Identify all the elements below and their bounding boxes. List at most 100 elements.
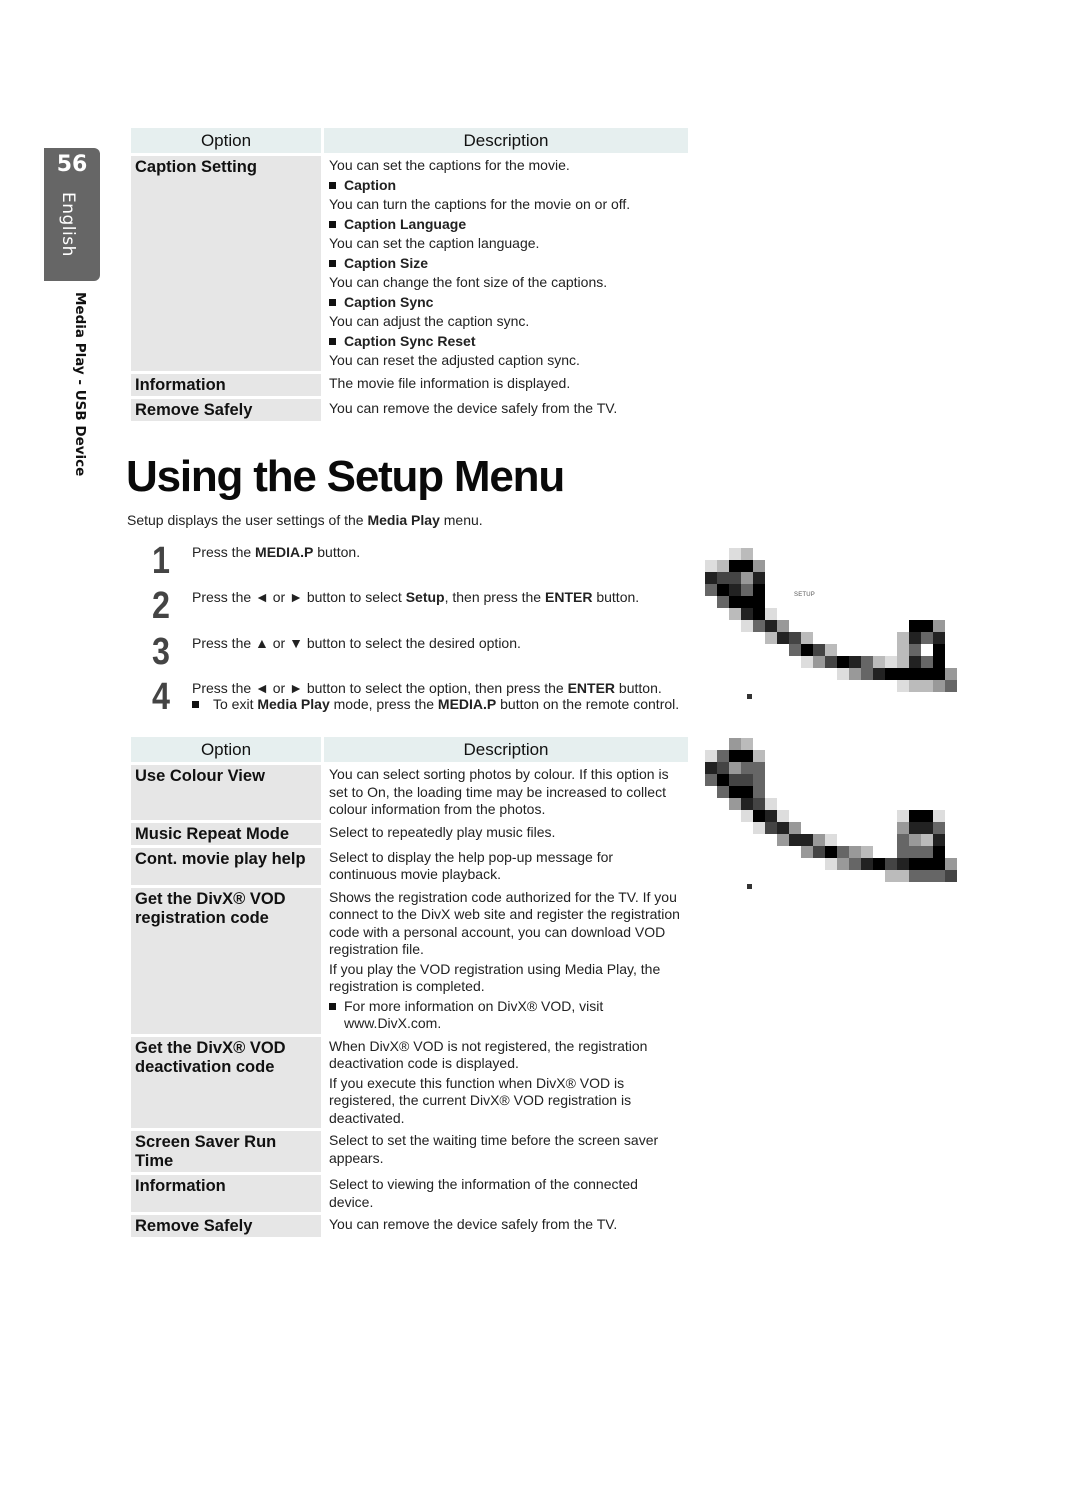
pixel-block: [897, 680, 909, 692]
pixel-block: [909, 656, 921, 668]
pixel-block: [705, 584, 717, 596]
option-description: When DivX® VOD is not registered, the re…: [324, 1037, 688, 1129]
pixel-block: [729, 584, 741, 596]
intro-bold: Media Play: [367, 512, 440, 528]
pixel-block: [813, 834, 825, 846]
setup-options-table: Option Description Use Colour View You ca…: [128, 734, 691, 1240]
option-name: Screen Saver Run Time: [131, 1131, 321, 1172]
pixel-block: [801, 834, 813, 846]
bullet-square-icon: [329, 181, 336, 189]
pixel-block: [933, 644, 945, 656]
option-name: Information: [131, 1175, 321, 1212]
text-segment: Press the ▲ or ▼ button to select the de…: [192, 635, 521, 651]
bullet-square-icon: [329, 220, 336, 228]
pixel-block: [861, 668, 873, 680]
pixel-block: [741, 810, 753, 822]
table-row: Remove Safely You can remove the device …: [131, 398, 688, 421]
header-option: Option: [131, 737, 321, 762]
option-name: Remove Safely: [131, 398, 321, 421]
step-note: To exit Media Play mode, press the MEDIA…: [192, 696, 679, 712]
text-segment: button.: [592, 589, 640, 605]
table-row: Caption Setting You can set the captions…: [131, 156, 688, 371]
pixel-block: [801, 846, 813, 858]
pixel-block: [921, 834, 933, 846]
description-paragraph: You can remove the device safely from th…: [329, 1216, 618, 1232]
sub-option-title: Caption Sync Reset: [344, 332, 476, 349]
pixel-block: [741, 596, 753, 608]
option-description: You can remove the device safely from th…: [329, 399, 618, 416]
text-segment: button.: [313, 544, 361, 560]
bold-text: MEDIA.P: [437, 696, 497, 712]
pixel-block: [741, 798, 753, 810]
pixel-block: [825, 846, 837, 858]
pixel-block: [717, 786, 729, 798]
pixel-block: [741, 750, 753, 762]
pixel-block: [705, 572, 717, 584]
pixel-block: [933, 810, 945, 822]
screenshot-marker-icon: [747, 694, 752, 699]
option-description: You can select sorting photos by colour.…: [324, 765, 688, 820]
pixel-block: [729, 750, 741, 762]
bullet-square-icon: [192, 701, 199, 708]
pixel-block: [777, 620, 789, 632]
bullet-note: For more information on DivX® VOD, visit…: [344, 997, 604, 1032]
pixel-block: [933, 680, 945, 692]
pixel-block: [885, 870, 897, 882]
pixel-block: [933, 620, 945, 632]
pixel-block: [921, 668, 933, 680]
pixel-block: [933, 822, 945, 834]
pixel-block: [873, 668, 885, 680]
step-text: Press the MEDIA.P button.: [192, 544, 692, 560]
pixel-block: [873, 656, 885, 668]
pixel-block: [873, 858, 885, 870]
pixel-block: [933, 656, 945, 668]
page-title: Using the Setup Menu: [126, 452, 565, 501]
description-paragraph: If you execute this function when DivX® …: [329, 1074, 632, 1126]
step-number: 4: [152, 676, 170, 718]
side-tab: 56 English: [44, 148, 100, 281]
pixel-block: [741, 608, 753, 620]
pixel-block: [897, 858, 909, 870]
step-text: Press the ◄ or ► button to select the op…: [192, 680, 692, 696]
pixel-block: [741, 620, 753, 632]
option-name: Information: [131, 373, 321, 396]
pixel-block: [909, 632, 921, 644]
option-description: You can set the captions for the movie. …: [324, 156, 688, 371]
pixel-block: [729, 798, 741, 810]
pixel-block: [777, 834, 789, 846]
pixel-block: [909, 680, 921, 692]
sub-option-text: You can change the font size of the capt…: [329, 274, 608, 290]
pixel-block: [753, 786, 765, 798]
pixel-block: [729, 786, 741, 798]
description-paragraph: Select to repeatedly play music files.: [329, 823, 556, 840]
pixel-block: [813, 656, 825, 668]
table-row: Use Colour View You can select sorting ph…: [131, 765, 688, 820]
pixel-block: [717, 572, 729, 584]
pixel-block: [777, 810, 789, 822]
pixel-block: [837, 656, 849, 668]
pixel-block: [741, 572, 753, 584]
bullet-square-icon: [329, 1002, 336, 1010]
pixel-block: [909, 858, 921, 870]
pixel-block: [897, 870, 909, 882]
text-segment: mode, press the: [329, 696, 438, 712]
intro-text: Setup displays the user settings of the …: [127, 512, 483, 528]
pixel-block: [921, 680, 933, 692]
pixel-block: [897, 834, 909, 846]
pixel-block: [945, 858, 957, 870]
description-paragraph: Select to set the waiting time before th…: [329, 1132, 659, 1166]
pixel-block: [753, 798, 765, 810]
table-row: Information The movie file information i…: [131, 373, 688, 396]
bullet-square-icon: [329, 259, 336, 267]
option-description: You can remove the device safely from th…: [324, 1215, 688, 1237]
pixel-block: [921, 846, 933, 858]
description-paragraph: When DivX® VOD is not registered, the re…: [329, 1037, 648, 1072]
pixel-block: [921, 620, 933, 632]
option-description: Select to display the help pop-up messag…: [324, 848, 688, 885]
bold-text: ENTER: [567, 680, 616, 696]
pixel-block: [897, 846, 909, 858]
sub-option-text: You can adjust the caption sync.: [329, 313, 530, 329]
bold-text: ENTER: [545, 589, 593, 605]
pixel-block: [825, 656, 837, 668]
pixel-block: [921, 810, 933, 822]
